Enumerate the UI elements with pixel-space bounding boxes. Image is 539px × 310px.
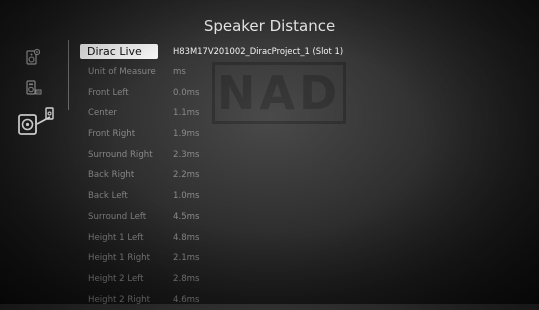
sidebar-divider <box>68 40 69 110</box>
settings-row-surround-left[interactable]: Surround Left 4.5ms <box>80 207 343 228</box>
settings-row-dirac-live[interactable]: Dirac Live H83M17V201002_DiracProject_1 … <box>80 41 343 62</box>
row-value: 2.2ms <box>173 170 200 181</box>
settings-row-unit-of-measure[interactable]: Unit of Measure ms <box>80 62 343 83</box>
speaker-distance-icon[interactable] <box>17 107 55 137</box>
row-label: Surround Left <box>88 211 147 222</box>
settings-row-surround-right[interactable]: Surround Right 2.3ms <box>80 144 343 165</box>
row-label: Front Right <box>88 129 136 140</box>
row-value: 0.0ms <box>173 87 200 98</box>
row-value: 1.9ms <box>173 129 200 140</box>
row-label: Back Left <box>88 191 128 202</box>
settings-row-back-right[interactable]: Back Right 2.2ms <box>80 165 343 186</box>
row-value: H83M17V201002_DiracProject_1 (Slot 1) <box>173 46 344 57</box>
row-label: Front Left <box>88 87 129 98</box>
speaker-distance-list: Dirac Live H83M17V201002_DiracProject_1 … <box>80 41 343 310</box>
page-title: Speaker Distance <box>203 17 336 35</box>
row-label: Height 2 Left <box>88 273 144 284</box>
row-label: Surround Right <box>88 149 153 160</box>
row-value: 1.1ms <box>173 108 200 119</box>
row-value: 2.8ms <box>173 273 200 284</box>
row-value: 2.3ms <box>173 149 200 160</box>
speaker-settings-icon[interactable] <box>26 48 40 66</box>
settings-row-center[interactable]: Center 1.1ms <box>80 103 343 124</box>
row-value: 1.0ms <box>173 191 200 202</box>
row-value: 4.8ms <box>173 232 200 243</box>
row-value: ms <box>173 67 186 78</box>
amplifier-icon[interactable] <box>26 80 42 96</box>
row-label: Back Right <box>88 170 135 181</box>
settings-row-height-2-right[interactable]: Height 2 Right 4.6ms <box>80 289 343 310</box>
row-label: Height 1 Left <box>88 232 144 243</box>
settings-row-back-left[interactable]: Back Left 1.0ms <box>80 186 343 207</box>
row-value: 4.6ms <box>173 294 200 305</box>
row-label: Center <box>88 108 117 119</box>
settings-row-front-left[interactable]: Front Left 0.0ms <box>80 82 343 103</box>
row-value: 4.5ms <box>173 211 200 222</box>
row-value: 2.1ms <box>173 253 200 264</box>
settings-row-front-right[interactable]: Front Right 1.9ms <box>80 124 343 145</box>
row-label: Height 2 Right <box>88 294 150 305</box>
row-label: Unit of Measure <box>88 67 156 78</box>
settings-row-height-2-left[interactable]: Height 2 Left 2.8ms <box>80 269 343 290</box>
settings-row-height-1-right[interactable]: Height 1 Right 2.1ms <box>80 248 343 269</box>
row-label: Height 1 Right <box>88 253 150 264</box>
settings-row-height-1-left[interactable]: Height 1 Left 4.8ms <box>80 227 343 248</box>
row-label: Dirac Live <box>80 43 158 59</box>
